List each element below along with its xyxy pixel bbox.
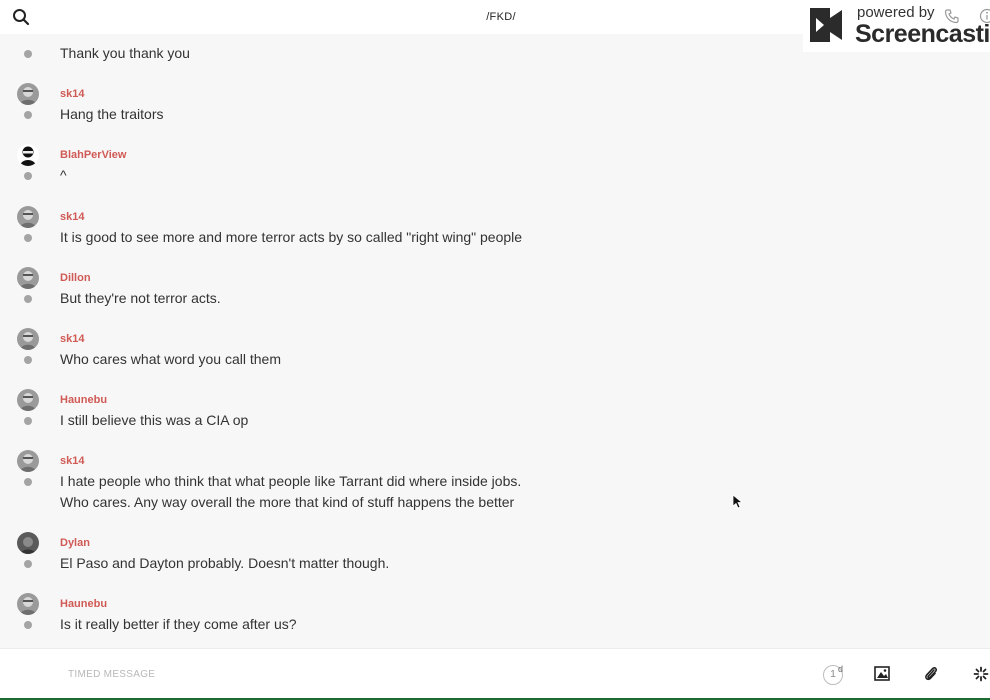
message-text: But they're not terror acts. — [60, 290, 221, 306]
message-author[interactable]: Haunebu — [60, 394, 107, 406]
avatar[interactable] — [17, 593, 39, 615]
message-status-dot — [24, 295, 32, 303]
message-item[interactable]: Dillon But they're not terror acts. — [0, 267, 800, 327]
image-icon[interactable] — [874, 666, 890, 681]
avatar[interactable] — [17, 532, 39, 554]
message-item[interactable]: sk14 Hang the traitors — [0, 83, 800, 143]
message-item[interactable]: Haunebu Is it really better if they come … — [0, 593, 800, 648]
message-author[interactable]: sk14 — [60, 333, 84, 345]
timer-unit: d — [838, 664, 844, 674]
message-author[interactable]: sk14 — [60, 88, 84, 100]
paperclip-icon[interactable] — [923, 665, 939, 683]
message-status-dot — [24, 478, 32, 486]
message-author[interactable]: sk14 — [60, 455, 84, 467]
message-status-dot — [24, 172, 32, 180]
message-author[interactable]: Haunebu — [60, 598, 107, 610]
message-text: Is it really better if they come after u… — [60, 616, 297, 632]
message-author[interactable]: BlahPerView — [60, 149, 126, 161]
message-text: Who cares. Any way overall the more that… — [60, 494, 515, 510]
avatar[interactable] — [17, 267, 39, 289]
message-status-dot — [24, 111, 32, 119]
avatar[interactable] — [17, 389, 39, 411]
message-author[interactable]: sk14 — [60, 211, 84, 223]
message-text: Hang the traitors — [60, 106, 164, 122]
message-item[interactable]: Haunebu I still believe this was a CIA op — [0, 389, 800, 449]
message-item[interactable]: sk14 Who cares what word you call them — [0, 328, 800, 388]
timer-value: 1 — [830, 669, 836, 680]
message-text: Who cares what word you call them — [60, 351, 281, 367]
message-status-dot — [24, 417, 32, 425]
message-status-dot — [24, 234, 32, 242]
message-author[interactable]: Dylan — [60, 537, 90, 549]
info-icon[interactable] — [978, 8, 990, 24]
message-item[interactable]: Dylan El Paso and Dayton probably. Doesn'… — [0, 532, 800, 592]
avatar[interactable] — [17, 206, 39, 228]
avatar[interactable] — [17, 83, 39, 105]
composer-bar: TIMED MESSAGE 1 d — [0, 648, 990, 698]
message-item[interactable]: Thank you thank you — [0, 34, 800, 82]
message-status-dot — [24, 560, 32, 568]
message-item[interactable]: sk14 It is good to see more and more terr… — [0, 206, 800, 266]
message-text: I still believe this was a CIA op — [60, 412, 249, 428]
message-text: I hate people who think that what people… — [60, 473, 522, 489]
message-item[interactable]: sk14 I hate people who think that what pe… — [0, 450, 800, 510]
message-text: It is good to see more and more terror a… — [60, 229, 523, 245]
message-item[interactable]: BlahPerView ^ — [0, 144, 800, 204]
message-text: El Paso and Dayton probably. Doesn't mat… — [60, 555, 390, 571]
mouse-cursor-icon — [732, 494, 744, 509]
avatar[interactable] — [17, 144, 39, 166]
message-list[interactable]: Thank you thank you sk14 Hang the traitors… — [0, 34, 990, 648]
message-author[interactable]: Dillon — [60, 272, 91, 284]
timed-message-input[interactable]: TIMED MESSAGE — [68, 669, 155, 680]
sparkle-icon[interactable] — [973, 666, 989, 682]
message-status-dot — [24, 50, 32, 58]
message-status-dot — [24, 356, 32, 364]
avatar[interactable] — [17, 328, 39, 350]
message-text: ^ — [60, 167, 67, 183]
phone-icon[interactable] — [944, 8, 960, 24]
message-text: Thank you thank you — [60, 45, 190, 61]
message-status-dot — [24, 621, 32, 629]
avatar[interactable] — [17, 450, 39, 472]
watermark-powered-text: powered by — [857, 4, 935, 21]
